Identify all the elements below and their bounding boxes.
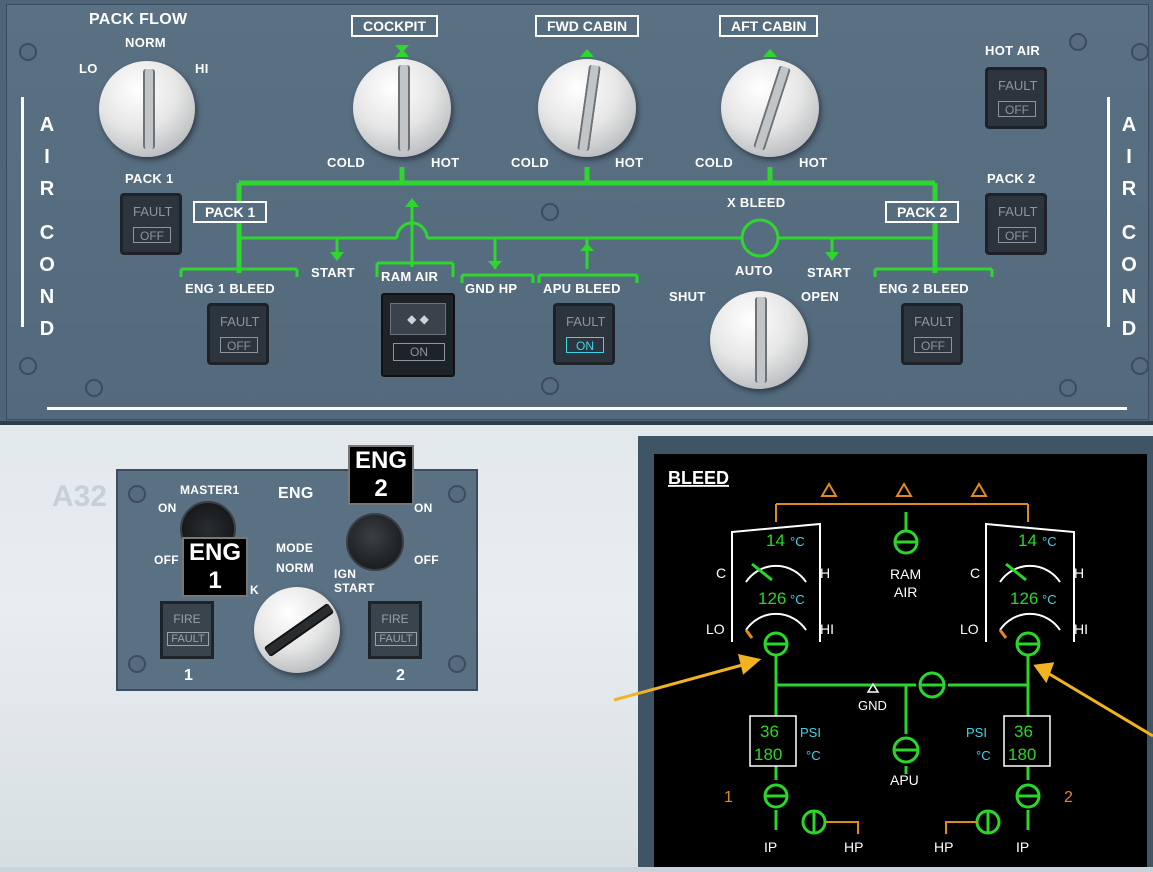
arrow-left-line bbox=[613, 662, 747, 702]
arrow-right-line bbox=[1045, 670, 1153, 738]
annotation-arrows bbox=[613, 654, 1153, 738]
arrow-right-head bbox=[1033, 662, 1055, 684]
arrow-left-head bbox=[737, 654, 762, 675]
